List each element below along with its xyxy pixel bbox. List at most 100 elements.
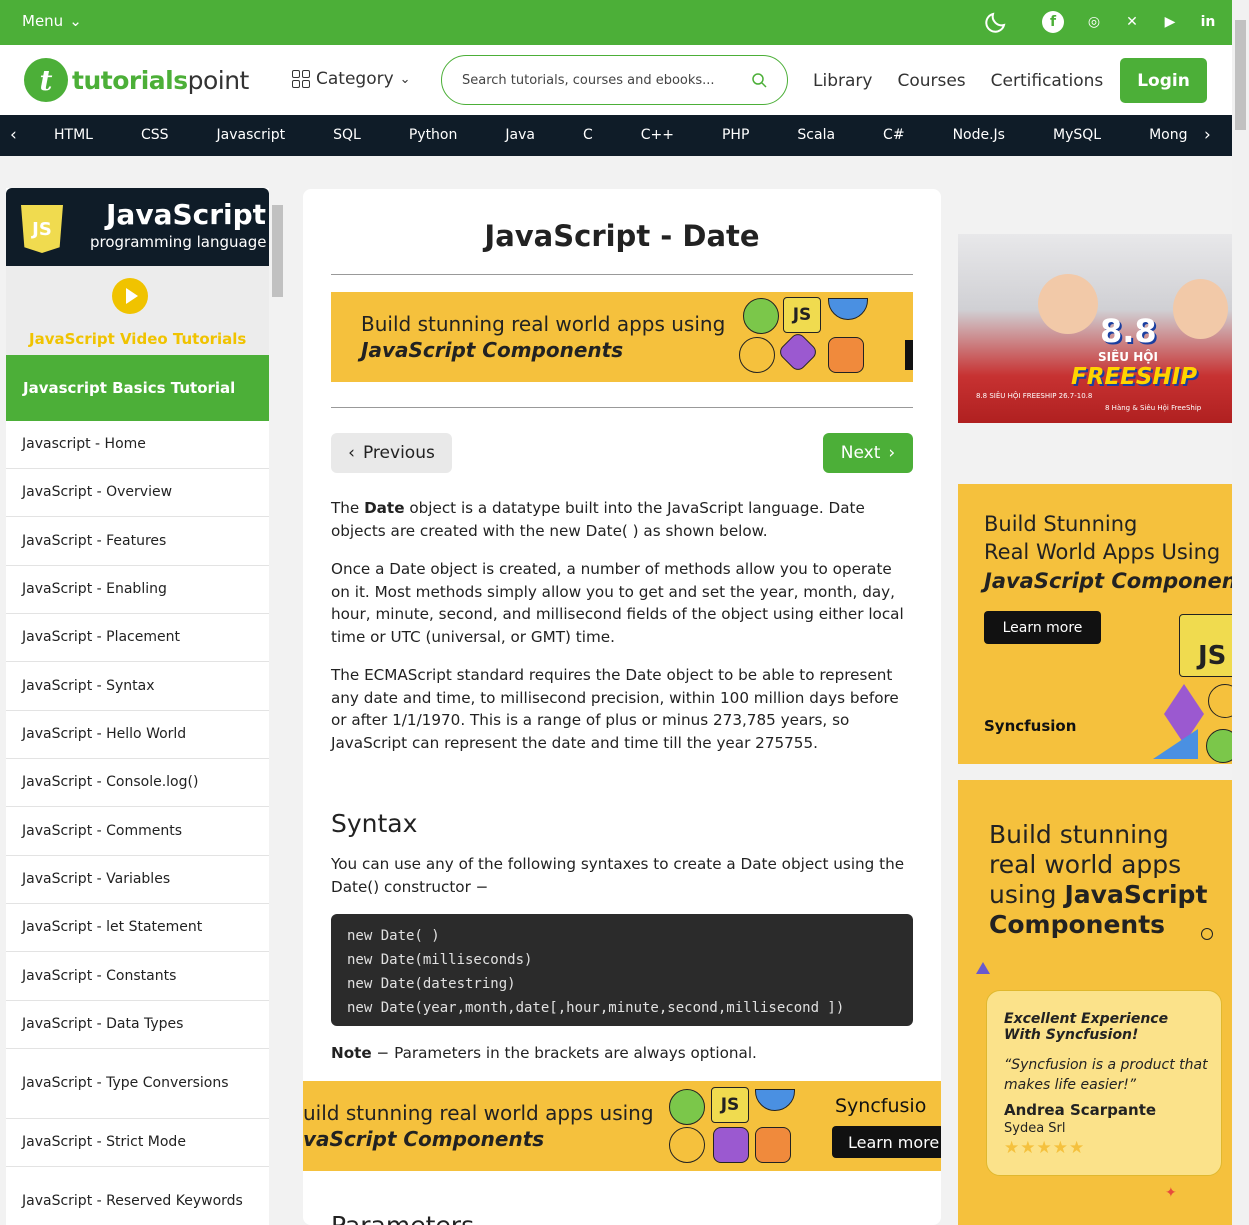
js-tile-icon: JS: [783, 297, 821, 333]
main-content: JavaScript - Date Build stunning real wo…: [303, 189, 941, 1225]
ad-learn-more-button[interactable]: Learn more: [984, 611, 1101, 644]
nav-library[interactable]: Library: [813, 71, 872, 91]
sidebar-item-placement[interactable]: JavaScript - Placement: [6, 614, 269, 662]
ad-syncfusion-1[interactable]: Build Stunning Real World Apps Using Jav…: [958, 484, 1232, 764]
instagram-icon[interactable]: ◎: [1080, 8, 1108, 36]
lang-nodejs[interactable]: Node.Js: [953, 127, 1005, 143]
lang-css[interactable]: CSS: [141, 127, 169, 143]
lang-c[interactable]: C: [583, 127, 593, 143]
grid-tile-icon: [828, 337, 864, 373]
sidebar-item-type-conversions[interactable]: JavaScript - Type Conversions: [6, 1049, 269, 1119]
ad-line-2: Real World Apps Using: [984, 540, 1221, 564]
clock-icon: [743, 298, 779, 334]
sidebar-item-overview[interactable]: JavaScript - Overview: [6, 469, 269, 517]
sidebar-item-data-types[interactable]: JavaScript - Data Types: [6, 1001, 269, 1049]
page-scrollbar[interactable]: [1232, 0, 1249, 1225]
edit-icon: [1164, 684, 1204, 744]
clock-icon: [669, 1089, 705, 1125]
chevron-left-icon[interactable]: ‹: [10, 125, 17, 145]
lang-html[interactable]: HTML: [54, 127, 93, 143]
linkedin-icon[interactable]: in: [1194, 8, 1222, 36]
video-tutorials-link[interactable]: JavaScript Video Tutorials: [6, 266, 269, 355]
testimonial-card: Excellent Experience With Syncfusion! “S…: [986, 990, 1222, 1176]
lang-mysql[interactable]: MySQL: [1053, 127, 1101, 143]
menu-label: Menu: [22, 12, 64, 30]
sidebar-scroll-thumb[interactable]: [272, 205, 283, 297]
ad-headline: Build stunning real world apps using Jav…: [989, 820, 1208, 939]
chevron-down-icon: ⌄: [69, 12, 82, 30]
testimonial-company: Sydea Srl: [1004, 1121, 1066, 1136]
menu-button[interactable]: Menu ⌄: [22, 12, 82, 30]
search-input[interactable]: [462, 72, 751, 88]
document-icon: [669, 1127, 705, 1163]
category-dropdown[interactable]: Category ⌄: [292, 69, 411, 89]
sidebar-item-variables[interactable]: JavaScript - Variables: [6, 856, 269, 904]
ad-line-2: JavaScript Components: [361, 338, 624, 362]
ad-learn-more-button[interactable]: Learn more: [832, 1126, 941, 1158]
sidebar-subtitle: programming language: [90, 233, 267, 251]
js-tile-icon: JS: [1179, 614, 1232, 677]
next-button[interactable]: Next ›: [823, 433, 913, 473]
nav-courses[interactable]: Courses: [897, 71, 965, 91]
page-scroll-thumb[interactable]: [1235, 20, 1246, 130]
code-block[interactable]: new Date( ) new Date(milliseconds) new D…: [331, 914, 913, 1026]
lang-javascript[interactable]: Javascript: [217, 127, 286, 143]
sidebar-item-constants[interactable]: JavaScript - Constants: [6, 952, 269, 1001]
sidebar-item-let-statement[interactable]: JavaScript - let Statement: [6, 904, 269, 952]
clock-icon: [1206, 729, 1232, 763]
sidebar-item-reserved-keywords[interactable]: JavaScript - Reserved Keywords: [6, 1167, 269, 1225]
ad-line-1: Build Stunning: [984, 512, 1138, 536]
lang-scala[interactable]: Scala: [797, 127, 835, 143]
sidebar-item-home[interactable]: Javascript - Home: [6, 421, 269, 469]
next-label: Next: [840, 443, 881, 463]
sidebar-item-syntax[interactable]: JavaScript - Syntax: [6, 662, 269, 711]
previous-button[interactable]: ‹ Previous: [331, 433, 452, 473]
x-icon[interactable]: ✕: [1118, 8, 1146, 36]
testimonial-title: Excellent Experience With Syncfusion!: [1004, 1011, 1169, 1043]
map-icon: [776, 330, 820, 374]
sidebar-scrollbar[interactable]: [270, 188, 285, 1225]
sidebar-section-title[interactable]: Javascript Basics Tutorial: [6, 355, 269, 421]
ad-banner-top[interactable]: Build stunning real world apps using Jav…: [331, 292, 913, 382]
paragraph-intro: The Date object is a datatype built into…: [331, 499, 865, 540]
ad-line-1: Build stunning real world apps using: [361, 312, 726, 336]
document-icon: [1208, 684, 1232, 718]
login-button[interactable]: Login: [1120, 58, 1207, 103]
syntax-intro: You can use any of the following syntaxe…: [331, 855, 905, 896]
youtube-icon[interactable]: ▶: [1156, 8, 1184, 36]
testimonial-quote: “Syncfusion is a product that makes life…: [1004, 1057, 1208, 1093]
sidebar-item-strict-mode[interactable]: JavaScript - Strict Mode: [6, 1119, 269, 1167]
sidebar-item-hello-world[interactable]: JavaScript - Hello World: [6, 711, 269, 759]
sidebar-item-features[interactable]: JavaScript - Features: [6, 517, 269, 566]
search-box: [441, 55, 788, 105]
lang-mongodb[interactable]: Mong: [1149, 127, 1187, 143]
ad-title-2: FREESHIP: [1071, 364, 1198, 390]
grid-tile-icon: [755, 1127, 791, 1163]
moon-icon[interactable]: [984, 10, 1008, 34]
filter-icon: [755, 1089, 795, 1111]
lang-cpp[interactable]: C++: [641, 127, 674, 143]
lang-java[interactable]: Java: [505, 127, 535, 143]
header-nav: Library Courses Certifications: [813, 71, 1103, 91]
previous-label: Previous: [362, 443, 435, 463]
facebook-icon[interactable]: f: [1042, 11, 1064, 33]
lang-sql[interactable]: SQL: [333, 127, 361, 143]
ad-banner-bottom[interactable]: uild stunning real world apps using vaSc…: [303, 1081, 941, 1171]
lang-python[interactable]: Python: [409, 127, 458, 143]
sidebar-item-comments[interactable]: JavaScript - Comments: [6, 807, 269, 856]
chevron-right-icon[interactable]: ›: [1196, 125, 1219, 145]
ad-line-2: vaScript Components: [303, 1127, 545, 1151]
nav-certifications[interactable]: Certifications: [991, 71, 1104, 91]
person-face: [1173, 279, 1228, 339]
logo[interactable]: t tutorialspoint: [24, 58, 249, 102]
sidebar-item-enabling[interactable]: JavaScript - Enabling: [6, 566, 269, 614]
search-icon[interactable]: [751, 72, 767, 88]
sidebar-header: JS JavaScript programming language: [6, 188, 269, 266]
play-icon: [112, 278, 148, 314]
lang-php[interactable]: PHP: [722, 127, 749, 143]
divider: [331, 407, 913, 408]
lang-csharp[interactable]: C#: [883, 127, 905, 143]
sidebar-item-console-log[interactable]: JavaScript - Console.log(): [6, 759, 269, 807]
ad-syncfusion-2[interactable]: Build stunning real world apps using Jav…: [958, 780, 1232, 1225]
ad-freeship[interactable]: 8.8 SIÊU HỘI FREESHIP 8.8 SIÊU HỘI FREES…: [958, 234, 1232, 423]
